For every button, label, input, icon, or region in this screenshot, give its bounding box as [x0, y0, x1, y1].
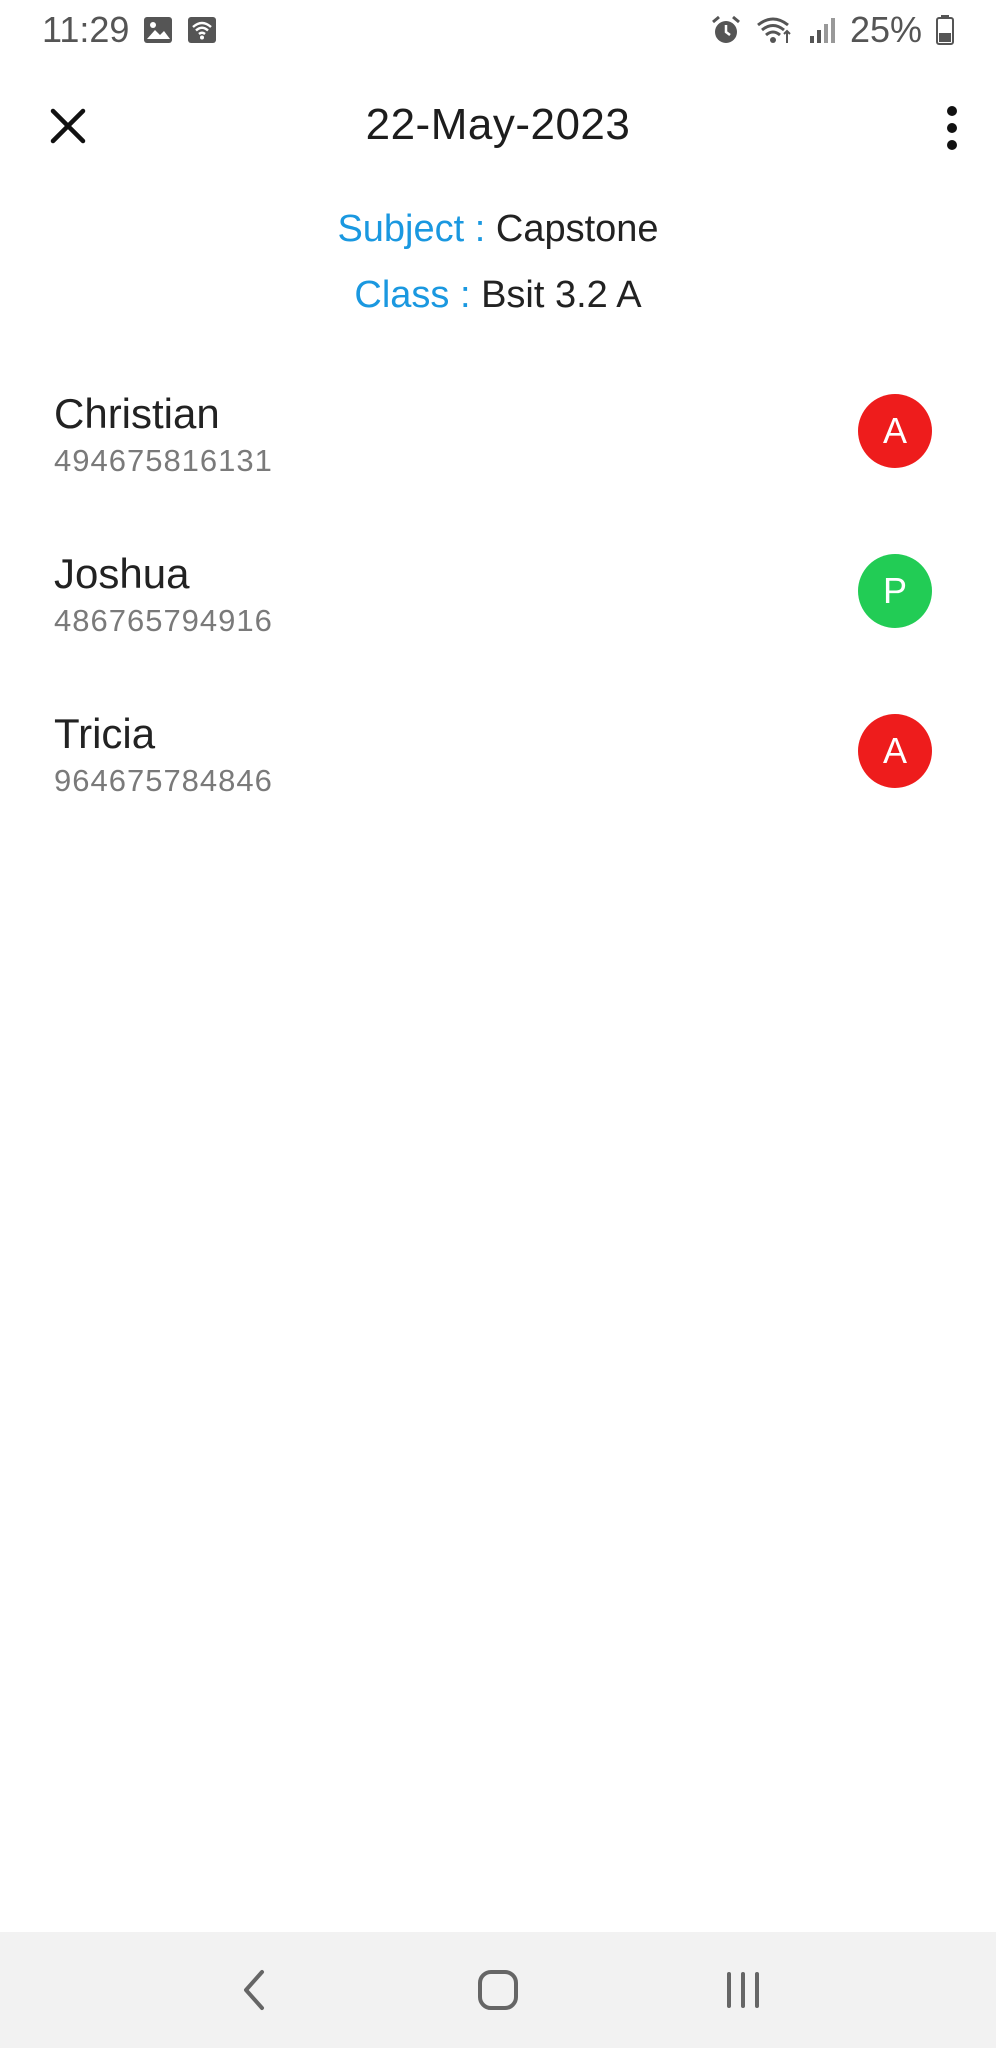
class-value: Bsit 3.2 A [481, 274, 642, 316]
back-icon [243, 1970, 264, 2010]
home-icon [477, 1970, 518, 2010]
student-name: Christian [54, 390, 220, 437]
student-name: Joshua [54, 550, 190, 597]
system-nav-bar [0, 1932, 996, 2048]
more-vert-icon [947, 106, 957, 150]
battery-percent: 25% [849, 9, 922, 50]
list-item[interactable]: Joshua 486765794916 P [0, 530, 996, 690]
page-title: 22-May-2023 [365, 100, 631, 149]
attendance-status-badge[interactable]: A [858, 714, 932, 788]
subject-value: Capstone [495, 208, 659, 250]
status-time: 11:29 [42, 9, 130, 50]
status-bar: 11:29 25% [0, 0, 996, 60]
student-id: 494675816131 [54, 443, 273, 478]
subject-line: Subject : Capstone [0, 196, 996, 262]
battery-icon [936, 15, 954, 45]
list-item[interactable]: Christian 494675816131 A [0, 370, 996, 530]
image-icon [143, 16, 173, 44]
recents-icon [727, 1972, 760, 2008]
screen: 11:29 25% 22-May-2023 Subject: Capstone… [0, 0, 996, 2048]
more-options-button[interactable] [932, 100, 972, 156]
student-name: Tricia [54, 710, 156, 757]
alarm-icon [710, 14, 742, 46]
status-bar-left: 11:29 [42, 9, 217, 51]
back-button[interactable] [213, 1950, 293, 2030]
signal-icon [808, 16, 836, 44]
subject-label: Subject : [337, 208, 486, 250]
session-info: Subject : Capstone Class : Bsit 3.2 A [0, 196, 996, 328]
status-bar-right: 25% [710, 9, 954, 51]
recents-button[interactable] [703, 1950, 783, 2030]
student-id: 486765794916 [54, 603, 273, 638]
student-list: Christian 494675816131 A Joshua 48676579… [0, 370, 996, 850]
home-button[interactable] [458, 1950, 538, 2030]
class-label: Class : [354, 274, 471, 316]
wifi-icon [756, 15, 794, 45]
class-line: Class : Bsit 3.2 A [0, 262, 996, 328]
attendance-status-badge[interactable]: P [858, 554, 932, 628]
wifi-hotspot-icon [187, 16, 217, 44]
attendance-status-badge[interactable]: A [858, 394, 932, 468]
app-bar: 22-May-2023 [0, 80, 996, 176]
student-id: 964675784846 [54, 763, 273, 798]
list-item[interactable]: Tricia 964675784846 A [0, 690, 996, 850]
